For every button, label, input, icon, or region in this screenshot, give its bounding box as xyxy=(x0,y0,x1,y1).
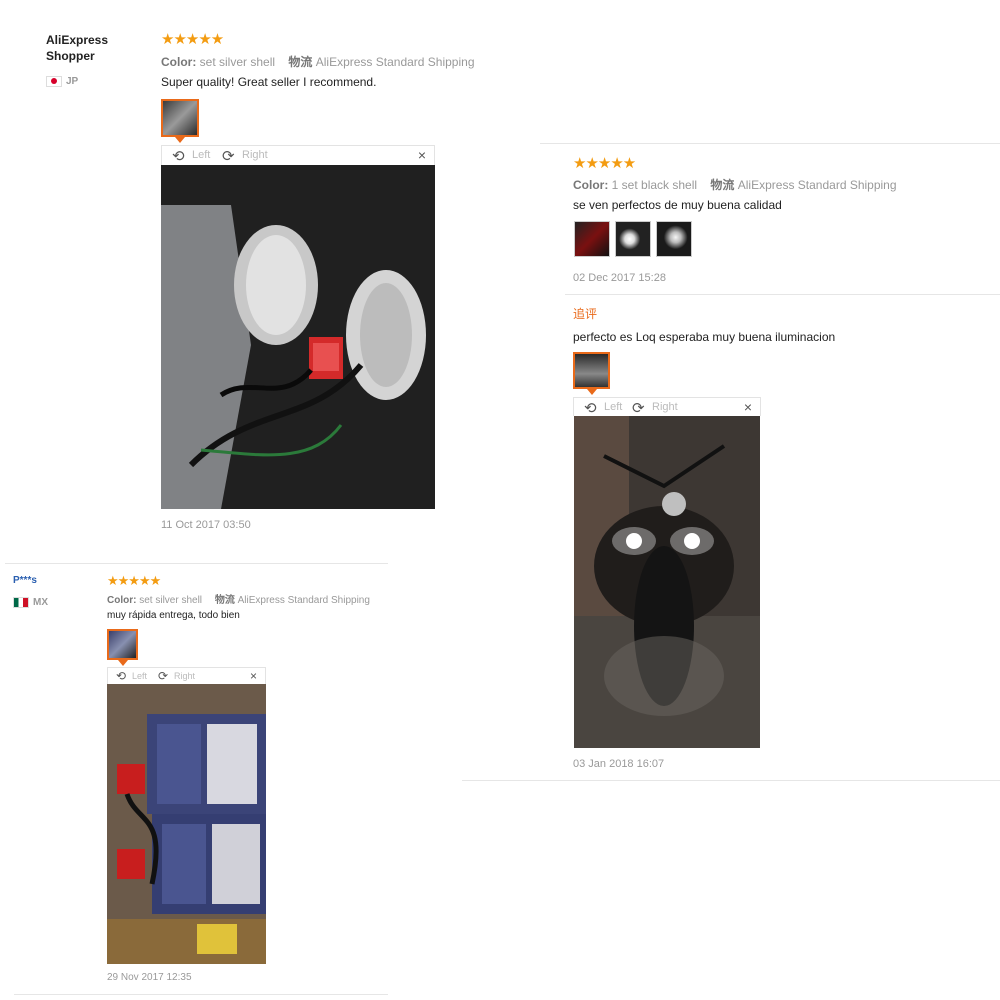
reviewer-name: P***s xyxy=(13,575,37,586)
review-date: 29 Nov 2017 12:35 xyxy=(107,972,192,983)
rotate-right-icon[interactable]: ⟳ xyxy=(632,399,645,417)
review-photo-enlarged xyxy=(574,416,760,748)
divider xyxy=(565,294,1000,295)
review-text: se ven perfectos de muy buena calidad xyxy=(573,198,782,212)
rotate-right-button[interactable]: Right xyxy=(174,671,195,681)
headlight-photo xyxy=(161,165,435,509)
review-thumbnail[interactable] xyxy=(656,221,692,257)
divider xyxy=(540,143,1000,144)
rotate-left-icon[interactable]: ⟲ xyxy=(172,147,185,165)
star-rating: ★★★★★ xyxy=(107,573,161,588)
color-value: set silver shell xyxy=(199,55,276,69)
image-viewer-toolbar: ⟲ Left ⟳ Right × xyxy=(161,145,435,165)
rotate-left-button[interactable]: Left xyxy=(604,401,622,413)
review-thumbnail[interactable] xyxy=(615,221,651,257)
rotate-left-button[interactable]: Left xyxy=(192,149,210,161)
color-value: 1 set black shell xyxy=(611,178,698,192)
review-photo-enlarged xyxy=(161,165,435,509)
rotate-right-button[interactable]: Right xyxy=(242,149,268,161)
review-date: 11 Oct 2017 03:50 xyxy=(161,519,251,531)
divider xyxy=(5,563,388,564)
shipping-value: AliExpress Standard Shipping xyxy=(737,178,897,192)
color-value: set silver shell xyxy=(139,595,203,606)
order-info: Color: set silver shell 物流 AliExpress St… xyxy=(107,595,370,606)
rotate-left-button[interactable]: Left xyxy=(132,671,147,681)
reviewer-name: AliExpress Shopper xyxy=(46,33,109,63)
mexico-flag-icon xyxy=(13,597,29,609)
rotate-right-icon[interactable]: ⟳ xyxy=(222,147,235,165)
review-text: Super quality! Great seller I recommend. xyxy=(161,75,377,89)
close-icon[interactable]: × xyxy=(418,147,426,163)
shipping-value: AliExpress Standard Shipping xyxy=(315,55,475,69)
rotate-right-icon[interactable]: ⟳ xyxy=(158,669,168,683)
review-date: 03 Jan 2018 16:07 xyxy=(573,758,665,770)
review-date: 02 Dec 2017 15:28 xyxy=(573,272,666,284)
country-code: MX xyxy=(33,597,48,609)
rotate-left-icon[interactable]: ⟲ xyxy=(584,399,597,417)
country-code: JP xyxy=(66,76,79,88)
review-photo-enlarged xyxy=(107,684,266,964)
close-icon[interactable]: × xyxy=(250,669,257,683)
reviewer-country: MX xyxy=(13,594,48,612)
product-boxes-photo xyxy=(107,684,266,964)
review-thumbnail[interactable] xyxy=(573,352,610,395)
divider xyxy=(462,780,1000,781)
followup-label: 追评 xyxy=(573,307,598,321)
star-rating: ★★★★★ xyxy=(573,155,636,172)
japan-flag-icon xyxy=(46,76,62,88)
rotate-right-button[interactable]: Right xyxy=(652,401,678,413)
order-info: Color: set silver shell 物流 AliExpress St… xyxy=(161,55,475,69)
star-rating: ★★★★★ xyxy=(161,31,224,48)
review-thumbnail[interactable] xyxy=(161,99,199,143)
followup-text: perfecto es Loq esperaba muy buena ilumi… xyxy=(573,330,836,344)
review-text: muy rápida entrega, todo bien xyxy=(107,610,240,621)
shipping-value: AliExpress Standard Shipping xyxy=(237,595,370,606)
divider xyxy=(14,994,388,995)
reviewer-country: JP xyxy=(46,73,78,91)
image-viewer-toolbar: ⟲ Left ⟳ Right × xyxy=(573,397,761,417)
image-viewer-toolbar: ⟲ Left ⟳ Right × xyxy=(107,667,266,684)
review-thumbnail[interactable] xyxy=(574,221,610,257)
order-info: Color: 1 set black shell 物流 AliExpress S… xyxy=(573,178,897,192)
rotate-left-icon[interactable]: ⟲ xyxy=(116,669,126,683)
close-icon[interactable]: × xyxy=(744,399,752,415)
motorcycle-photo xyxy=(574,416,760,748)
review-thumbnail[interactable] xyxy=(107,629,138,666)
